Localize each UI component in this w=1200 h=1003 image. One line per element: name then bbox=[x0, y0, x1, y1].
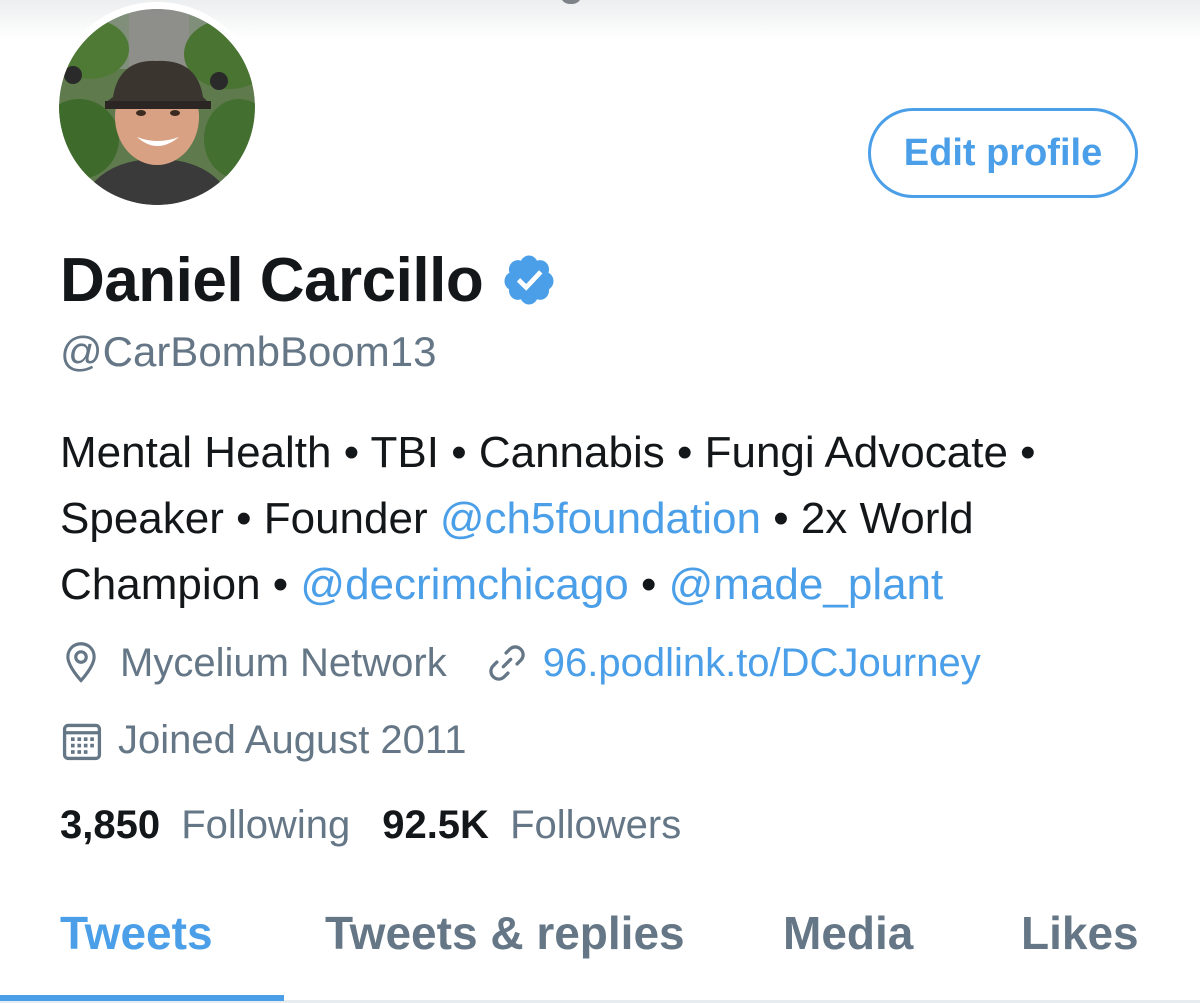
followers-label: Followers bbox=[510, 803, 682, 847]
following-stat[interactable]: 3,850 Following bbox=[60, 803, 350, 848]
tab-likes[interactable]: Likes bbox=[1021, 906, 1139, 960]
profile-name-row: Daniel Carcillo bbox=[60, 240, 557, 320]
profile-photo bbox=[59, 9, 255, 205]
display-name: Daniel Carcillo bbox=[60, 245, 484, 315]
followers-count: 92.5K bbox=[382, 803, 489, 847]
profile-stats: 3,850 Following 92.5K Followers bbox=[60, 803, 681, 848]
link-icon bbox=[488, 645, 525, 681]
profile-bio: Mental Health • TBI • Cannabis • Fungi A… bbox=[60, 420, 1170, 618]
following-count: 3,850 bbox=[60, 803, 161, 847]
followers-stat[interactable]: 92.5K Followers bbox=[382, 803, 681, 848]
profile-website-link[interactable]: 96.podlink.to/DCJourney bbox=[543, 641, 981, 686]
avatar[interactable] bbox=[52, 2, 262, 212]
tab-tweets-replies[interactable]: Tweets & replies bbox=[325, 906, 685, 960]
profile-handle: @CarBombBoom13 bbox=[60, 328, 437, 375]
location-pin-icon bbox=[66, 642, 96, 683]
tab-tweets[interactable]: Tweets bbox=[60, 906, 213, 960]
active-tab-indicator bbox=[0, 995, 284, 1001]
tab-media[interactable]: Media bbox=[783, 906, 913, 960]
following-label: Following bbox=[181, 803, 351, 847]
profile-joined-date: Joined August 2011 bbox=[118, 718, 467, 762]
profile-meta-row: Mycelium Network 96.podlink.to/DCJourney bbox=[60, 640, 981, 686]
bio-mention-decrimchicago[interactable]: @decrimchicago bbox=[300, 560, 628, 609]
bio-mention-made-plant[interactable]: @made_plant bbox=[669, 560, 944, 609]
calendar-icon bbox=[62, 723, 102, 760]
bio-mention-ch5foundation[interactable]: @ch5foundation bbox=[440, 494, 761, 543]
profile-joined-row: Joined August 2011 bbox=[60, 718, 466, 763]
verified-badge-icon bbox=[504, 255, 554, 305]
banner-indicator bbox=[560, 0, 582, 4]
edit-profile-button[interactable]: Edit profile bbox=[868, 108, 1138, 198]
profile-location: Mycelium Network bbox=[120, 640, 447, 685]
bio-text: • bbox=[628, 560, 669, 609]
